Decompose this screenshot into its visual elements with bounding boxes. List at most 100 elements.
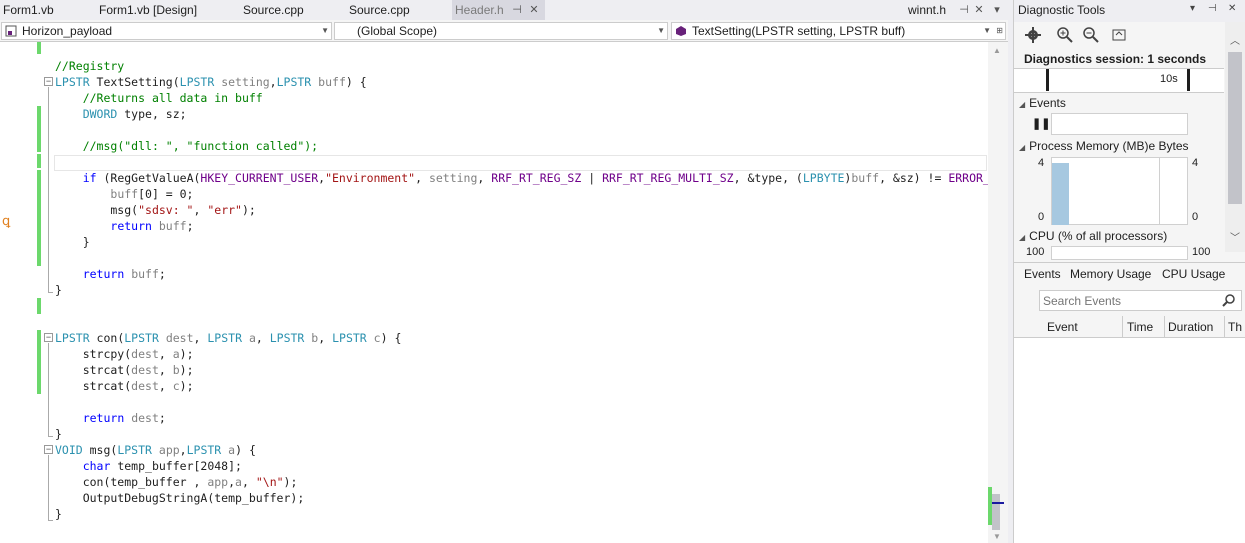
- pin-icon[interactable]: ⊣: [1208, 3, 1217, 14]
- tab-dropdown-icon[interactable]: ▾: [990, 0, 1004, 20]
- memory-axis-min-left: 0: [1038, 211, 1045, 223]
- search-icon[interactable]: [1221, 293, 1237, 309]
- events-lane: [1051, 113, 1188, 135]
- timeline-ruler[interactable]: 10s: [1014, 68, 1224, 93]
- memory-lane-divider: [1159, 157, 1160, 225]
- method-icon: [676, 26, 686, 36]
- column-thread[interactable]: Th: [1228, 320, 1242, 334]
- search-events-box[interactable]: [1039, 290, 1242, 311]
- scope-combo-label: (Global Scope): [357, 24, 438, 38]
- member-combo[interactable]: TextSetting(LPSTR setting, LPSTR buff) ▼…: [671, 22, 1006, 40]
- diag-vertical-scrollbar[interactable]: ︿ ﹀: [1225, 22, 1245, 252]
- collapse-icon[interactable]: −: [44, 445, 53, 454]
- column-duration[interactable]: Duration: [1168, 320, 1213, 334]
- code-line[interactable]: //msg("dll: ", "function called");: [55, 138, 318, 154]
- code-line[interactable]: LPSTR con(LPSTR dest, LPSTR a, LPSTR b, …: [55, 330, 401, 346]
- diagnostics-session-label: Diagnostics session: 1 seconds: [1024, 52, 1207, 66]
- code-line[interactable]: //Returns all data in buff: [55, 90, 263, 106]
- diag-tabs-divider: [1014, 262, 1245, 263]
- project-combo[interactable]: Horizon_payload ▼: [1, 22, 332, 40]
- vertical-scrollbar[interactable]: ▲ ▼: [988, 42, 1008, 543]
- code-line[interactable]: DWORD type, sz;: [55, 106, 187, 122]
- document-tab-strip: Form1.vb Form1.vb [Design] Source.cpp So…: [0, 0, 1008, 20]
- tab-source-cpp-2[interactable]: Source.cpp: [346, 0, 452, 20]
- scroll-up-icon[interactable]: ▲: [993, 46, 1001, 55]
- code-editor[interactable]: ꝗ − − − //Registry LPSTR TextSetting(LPST…: [0, 42, 988, 543]
- column-event[interactable]: Event: [1047, 320, 1078, 334]
- scope-combo[interactable]: (Global Scope) ▼: [334, 22, 668, 40]
- memory-section-label: Process Memory (MB): [1029, 139, 1149, 153]
- code-line[interactable]: strcat(dest, b);: [55, 362, 194, 378]
- code-line[interactable]: }: [55, 506, 62, 522]
- fold-guide: [48, 87, 49, 292]
- diag-toolbar: [1014, 22, 1224, 48]
- split-icon[interactable]: ⊞: [996, 23, 1003, 39]
- cpu-section-header[interactable]: ◢ CPU (% of all processors): [1019, 229, 1167, 243]
- column-time[interactable]: Time: [1127, 320, 1153, 334]
- current-line-highlight: [54, 155, 987, 171]
- fold-guide: [48, 343, 49, 436]
- change-marker: [37, 106, 41, 152]
- code-line[interactable]: strcat(dest, c);: [55, 378, 194, 394]
- events-grid-header: Event Time Duration Th: [1014, 316, 1245, 338]
- chevron-down-icon[interactable]: ﹀: [1230, 229, 1240, 244]
- chevron-down-icon: ▼: [983, 26, 991, 35]
- code-line[interactable]: OutputDebugStringA(temp_buffer);: [55, 490, 305, 506]
- code-line[interactable]: }: [55, 234, 90, 250]
- tab-winnt-h[interactable]: winnt.h: [905, 0, 965, 20]
- pause-icon[interactable]: ❚❚: [1032, 117, 1050, 130]
- dropdown-icon[interactable]: ▾: [1190, 3, 1195, 14]
- tab-memory-usage[interactable]: Memory Usage: [1070, 267, 1151, 281]
- code-line[interactable]: return dest;: [55, 410, 166, 426]
- code-line[interactable]: LPSTR TextSetting(LPSTR setting,LPSTR bu…: [55, 74, 367, 90]
- tab-cpu-usage[interactable]: CPU Usage: [1162, 267, 1225, 281]
- tab-events[interactable]: Events: [1024, 267, 1061, 281]
- pin-icon[interactable]: ⊣: [510, 0, 524, 20]
- column-separator[interactable]: [1122, 316, 1123, 338]
- memory-axis-max-left: 4: [1038, 157, 1045, 169]
- zoom-out-icon[interactable]: [1082, 26, 1100, 44]
- cpu-section-label: CPU (% of all processors): [1029, 229, 1168, 243]
- column-separator[interactable]: [1164, 316, 1165, 338]
- code-line[interactable]: return buff;: [55, 218, 193, 234]
- code-line[interactable]: //Registry: [55, 58, 124, 74]
- code-line[interactable]: return buff;: [55, 266, 166, 282]
- close-tab-winnt-icon[interactable]: ✕: [972, 0, 986, 20]
- collapse-icon[interactable]: −: [44, 333, 53, 342]
- close-tab-icon[interactable]: ✕: [527, 0, 541, 20]
- code-line[interactable]: VOID msg(LPSTR app,LPSTR a) {: [55, 442, 256, 458]
- collapse-icon[interactable]: −: [44, 77, 53, 86]
- memory-section-header[interactable]: ◢ Process Memory (MB)e Bytes: [1019, 139, 1189, 153]
- fold-guide-end: [48, 292, 53, 293]
- scroll-down-icon[interactable]: ▼: [993, 532, 1001, 541]
- fold-guide: [48, 455, 49, 520]
- tab-form1-vb-design[interactable]: Form1.vb [Design]: [96, 0, 242, 20]
- events-section-header[interactable]: ◢ Events: [1019, 96, 1066, 110]
- code-line[interactable]: char temp_buffer[2048];: [55, 458, 242, 474]
- code-line[interactable]: }: [55, 282, 62, 298]
- memory-usage-bar: [1052, 163, 1069, 225]
- gear-icon[interactable]: [1024, 26, 1042, 44]
- tab-form1-vb[interactable]: Form1.vb: [0, 0, 96, 20]
- code-line[interactable]: buff[0] = 0;: [55, 186, 193, 202]
- chevron-up-icon[interactable]: ︿: [1230, 32, 1240, 47]
- code-line[interactable]: if (RegGetValueA(HKEY_CURRENT_USER,"Envi…: [55, 170, 988, 186]
- pin-icon-winnt[interactable]: ⊣: [957, 0, 971, 20]
- code-line[interactable]: }: [55, 426, 62, 442]
- zoom-in-icon[interactable]: [1056, 26, 1074, 44]
- memory-section-suffix: e Bytes: [1148, 139, 1189, 153]
- code-line[interactable]: msg("sdsv: ", "err");: [55, 202, 255, 218]
- scrollbar-thumb[interactable]: [992, 494, 1000, 530]
- close-icon[interactable]: ✕: [1228, 3, 1236, 14]
- column-separator[interactable]: [1224, 316, 1225, 338]
- diag-title-bar: Diagnostic Tools ▾ ⊣ ✕: [1014, 0, 1245, 22]
- timeline-end-handle[interactable]: [1187, 69, 1190, 91]
- change-marker: [37, 154, 41, 168]
- search-events-input[interactable]: [1043, 293, 1213, 308]
- diag-scrollbar-thumb[interactable]: [1228, 52, 1242, 204]
- code-line[interactable]: con(temp_buffer , app,a, "\n");: [55, 474, 298, 490]
- timeline-start-handle[interactable]: [1046, 69, 1049, 91]
- code-line[interactable]: strcpy(dest, a);: [55, 346, 194, 362]
- reset-zoom-icon[interactable]: [1110, 26, 1128, 44]
- tab-source-cpp-1[interactable]: Source.cpp: [240, 0, 346, 20]
